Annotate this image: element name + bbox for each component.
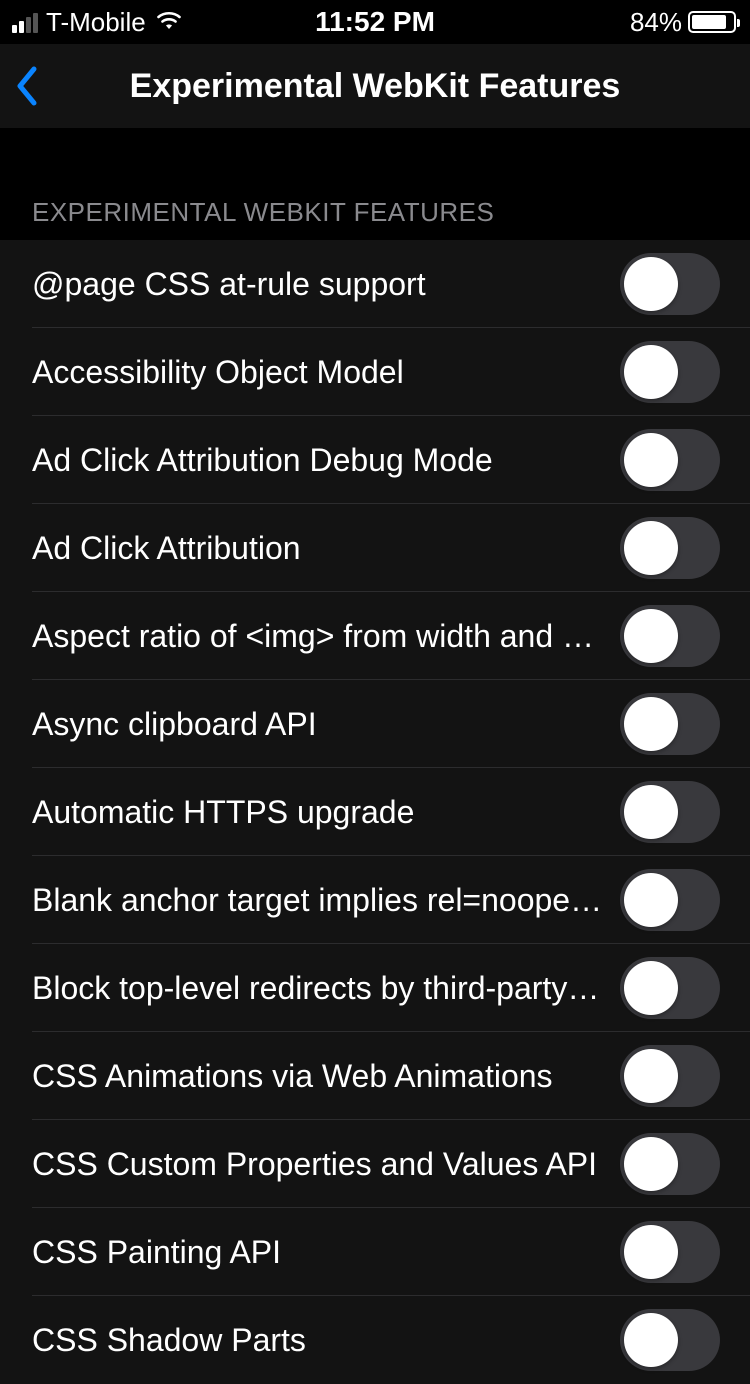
toggle-knob xyxy=(624,873,678,927)
toggle-switch[interactable] xyxy=(620,1045,720,1107)
toggle-switch[interactable] xyxy=(620,957,720,1019)
toggle-knob xyxy=(624,785,678,839)
toggle-switch[interactable] xyxy=(620,869,720,931)
toggle-knob xyxy=(624,257,678,311)
settings-list: @page CSS at-rule support Accessibility O… xyxy=(0,240,750,1384)
battery-percent-label: 84% xyxy=(630,7,682,38)
settings-row-label: Ad Click Attribution xyxy=(32,530,620,567)
toggle-switch[interactable] xyxy=(620,341,720,403)
settings-row: CSS Painting API xyxy=(0,1208,750,1296)
section-header: EXPERIMENTAL WEBKIT FEATURES xyxy=(0,129,750,240)
toggle-knob xyxy=(624,345,678,399)
settings-row-label: Aspect ratio of <img> from width and hei… xyxy=(32,618,620,655)
status-right: 84% xyxy=(630,7,736,38)
nav-header: Experimental WebKit Features xyxy=(0,44,750,129)
toggle-switch[interactable] xyxy=(620,517,720,579)
settings-row-label: Accessibility Object Model xyxy=(32,354,620,391)
battery-icon xyxy=(688,11,736,33)
status-bar: T-Mobile 11:52 PM 84% xyxy=(0,0,750,44)
toggle-switch[interactable] xyxy=(620,1221,720,1283)
cellular-signal-icon xyxy=(12,11,38,33)
settings-row-label: Block top-level redirects by third-party… xyxy=(32,970,620,1007)
toggle-knob xyxy=(624,521,678,575)
toggle-knob xyxy=(624,961,678,1015)
page-title: Experimental WebKit Features xyxy=(0,67,750,106)
status-time: 11:52 PM xyxy=(315,6,435,38)
chevron-left-icon xyxy=(14,65,42,107)
carrier-label: T-Mobile xyxy=(46,7,146,38)
settings-row-label: Async clipboard API xyxy=(32,706,620,743)
settings-row-label: Blank anchor target implies rel=noopener xyxy=(32,882,620,919)
settings-row: Block top-level redirects by third-party… xyxy=(0,944,750,1032)
settings-row: CSS Custom Properties and Values API xyxy=(0,1120,750,1208)
toggle-switch[interactable] xyxy=(620,781,720,843)
toggle-knob xyxy=(624,1049,678,1103)
toggle-switch[interactable] xyxy=(620,253,720,315)
toggle-knob xyxy=(624,433,678,487)
settings-row: Accessibility Object Model xyxy=(0,328,750,416)
settings-row-label: Ad Click Attribution Debug Mode xyxy=(32,442,620,479)
settings-row-label: CSS Custom Properties and Values API xyxy=(32,1146,620,1183)
toggle-knob xyxy=(624,697,678,751)
toggle-switch[interactable] xyxy=(620,693,720,755)
settings-row-label: CSS Shadow Parts xyxy=(32,1322,620,1359)
settings-row: @page CSS at-rule support xyxy=(0,240,750,328)
toggle-knob xyxy=(624,1313,678,1367)
settings-row: Ad Click Attribution Debug Mode xyxy=(0,416,750,504)
toggle-knob xyxy=(624,1225,678,1279)
settings-content: EXPERIMENTAL WEBKIT FEATURES @page CSS a… xyxy=(0,129,750,1384)
settings-row-label: @page CSS at-rule support xyxy=(32,266,620,303)
settings-row-label: Automatic HTTPS upgrade xyxy=(32,794,620,831)
back-button[interactable] xyxy=(14,65,42,107)
toggle-switch[interactable] xyxy=(620,429,720,491)
wifi-icon xyxy=(154,6,184,38)
settings-row: Blank anchor target implies rel=noopener xyxy=(0,856,750,944)
settings-row: CSS Shadow Parts xyxy=(0,1296,750,1384)
toggle-knob xyxy=(624,609,678,663)
toggle-knob xyxy=(624,1137,678,1191)
toggle-switch[interactable] xyxy=(620,1309,720,1371)
settings-row-label: CSS Painting API xyxy=(32,1234,620,1271)
status-left: T-Mobile xyxy=(12,6,184,38)
settings-row: Ad Click Attribution xyxy=(0,504,750,592)
settings-row: Async clipboard API xyxy=(0,680,750,768)
settings-row: Aspect ratio of <img> from width and hei… xyxy=(0,592,750,680)
settings-row: CSS Animations via Web Animations xyxy=(0,1032,750,1120)
toggle-switch[interactable] xyxy=(620,1133,720,1195)
settings-row-label: CSS Animations via Web Animations xyxy=(32,1058,620,1095)
toggle-switch[interactable] xyxy=(620,605,720,667)
settings-row: Automatic HTTPS upgrade xyxy=(0,768,750,856)
